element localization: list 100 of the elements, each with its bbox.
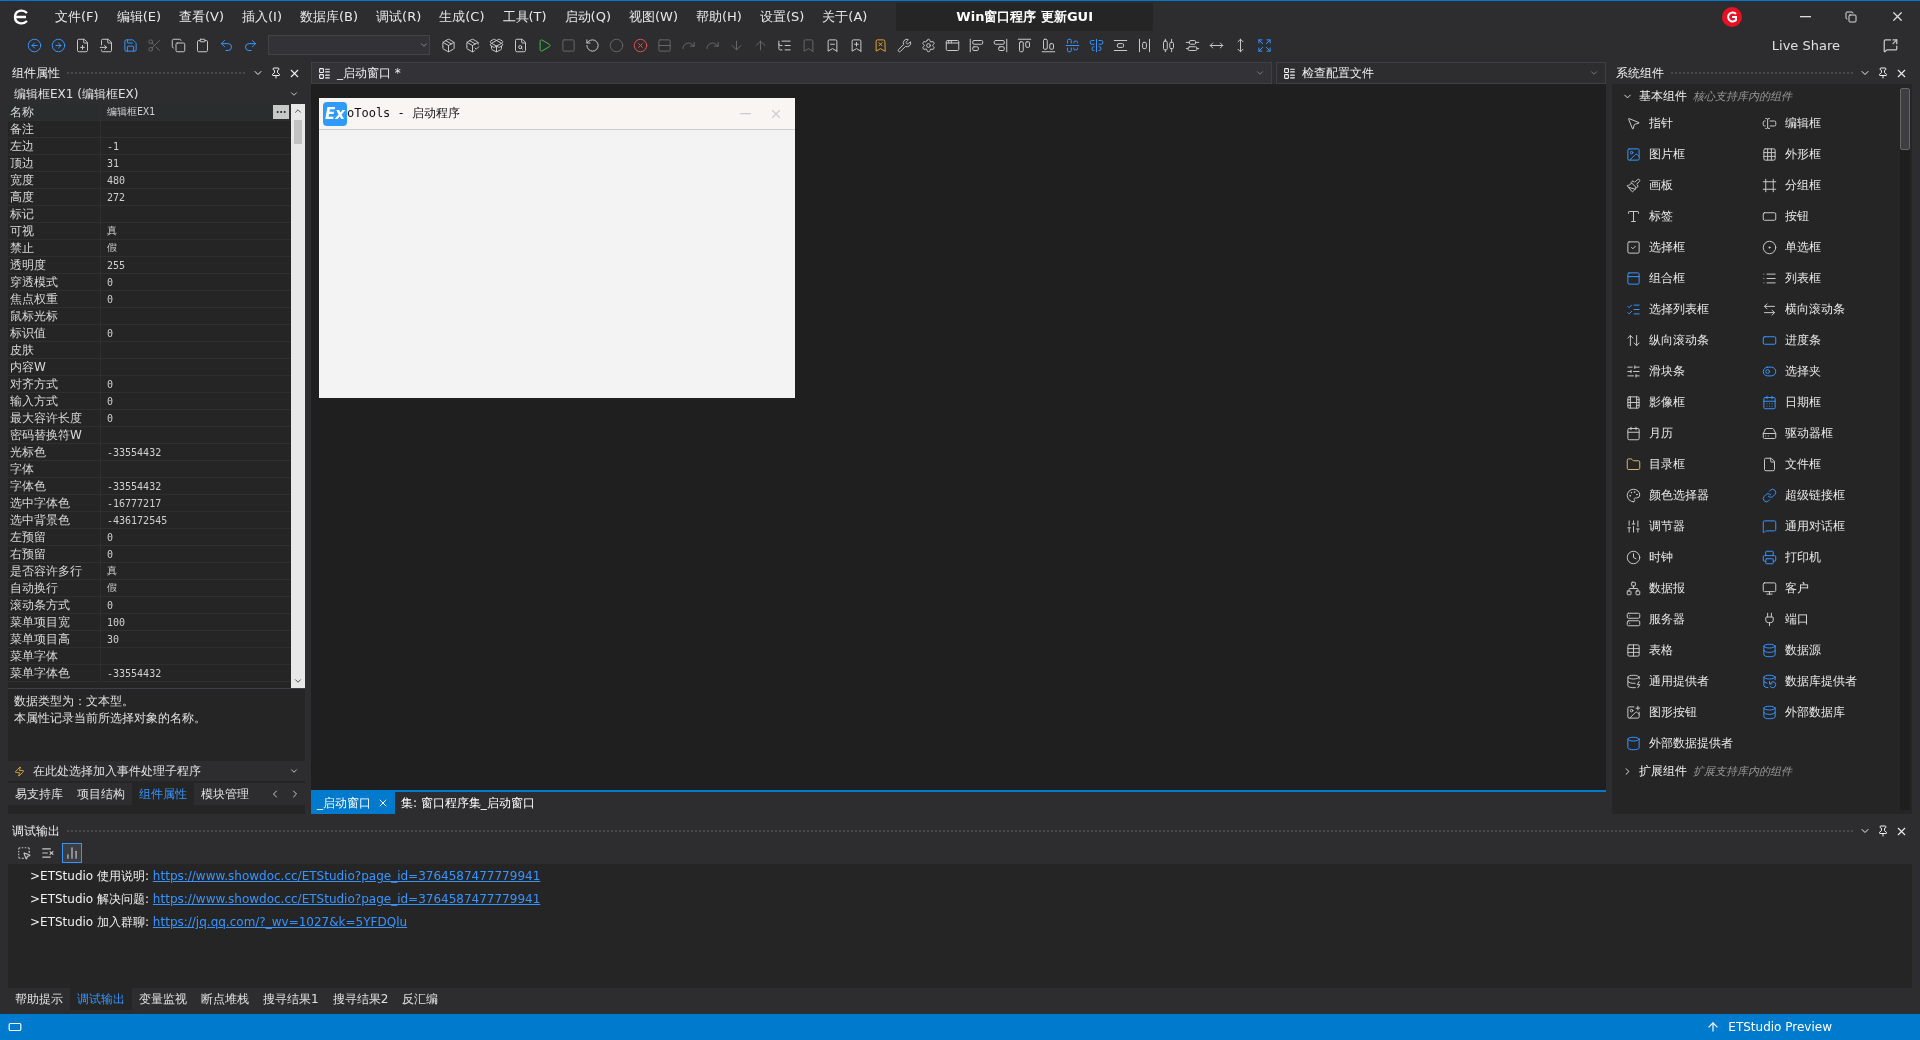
component-item[interactable]: 通用对话框	[1762, 511, 1898, 542]
menu-item[interactable]: 帮助(H)	[687, 3, 751, 30]
property-row[interactable]: 菜单字体	[8, 648, 291, 665]
clear-output-button[interactable]	[62, 843, 82, 863]
link[interactable]: https://www.showdoc.cc/ETStudio?page_id=3764587477779941	[152, 869, 541, 883]
component-item[interactable]: 单选框	[1762, 232, 1898, 263]
property-row[interactable]: 是否容许多行 真	[8, 563, 291, 580]
property-row[interactable]: 右预留 0	[8, 546, 291, 563]
property-row[interactable]: 高度 272	[8, 189, 291, 206]
panel-tab[interactable]: 组件属性	[132, 783, 194, 805]
property-row[interactable]: 字体	[8, 461, 291, 478]
component-item[interactable]: 按钮	[1762, 201, 1898, 232]
component-item[interactable]: 分组框	[1762, 170, 1898, 201]
property-row[interactable]: 标记	[8, 206, 291, 223]
component-item[interactable]: 外形框	[1762, 139, 1898, 170]
component-item[interactable]: 选择夹	[1762, 356, 1898, 387]
component-item[interactable]: 编辑框	[1762, 108, 1898, 139]
property-row[interactable]: 宽度 480	[8, 172, 291, 189]
editor-tab[interactable]: _启动窗口	[311, 792, 395, 814]
property-row[interactable]: 可视 真	[8, 223, 291, 240]
component-item[interactable]: 客户	[1762, 573, 1898, 604]
property-row[interactable]: 备注	[8, 121, 291, 138]
property-row[interactable]: 鼠标光标	[8, 308, 291, 325]
scrollbar[interactable]	[1900, 88, 1910, 810]
property-row[interactable]: 内容W	[8, 359, 291, 376]
component-item[interactable]: 纵向滚动条	[1626, 325, 1762, 356]
section-header[interactable]: 基本组件 核心支持库内的组件	[1612, 84, 1802, 108]
menu-item[interactable]: 工具(T)	[493, 3, 556, 30]
property-row[interactable]: 标识值 0	[8, 325, 291, 342]
component-item[interactable]: 时钟	[1626, 542, 1762, 573]
property-row[interactable]: 名称 编辑框EX1	[8, 104, 291, 121]
property-row[interactable]: 菜单项目高 30	[8, 631, 291, 648]
event-dropdown[interactable]: 在此处选择加入事件处理子程序	[8, 761, 305, 781]
component-item[interactable]: 标签	[1626, 201, 1762, 232]
scroll-thumb[interactable]	[294, 120, 302, 144]
panel-tab[interactable]: 调试输出	[70, 988, 132, 1010]
property-row[interactable]: 透明度 255	[8, 257, 291, 274]
property-row[interactable]: 菜单字体色 -33554432	[8, 665, 291, 682]
component-item[interactable]: 数据库提供者	[1762, 666, 1898, 697]
component-item[interactable]: 数据源	[1762, 635, 1898, 666]
property-row[interactable]: 选中背景色 -436172545	[8, 512, 291, 529]
menu-item[interactable]: 插入(I)	[233, 3, 291, 30]
panel-tab[interactable]: 搜寻结果1	[256, 988, 326, 1010]
property-row[interactable]: 皮肤	[8, 342, 291, 359]
panel-tab[interactable]: 帮助提示	[8, 988, 70, 1010]
panel-tab[interactable]: 模块管理	[194, 783, 256, 805]
component-item[interactable]: 影像框	[1626, 387, 1762, 418]
component-item[interactable]: 日期框	[1762, 387, 1898, 418]
component-item[interactable]: 超级链接框	[1762, 480, 1898, 511]
scrollbar[interactable]	[291, 104, 305, 688]
component-item[interactable]: 滑块条	[1626, 356, 1762, 387]
property-row[interactable]: 自动换行 假	[8, 580, 291, 597]
component-item[interactable]: 指针	[1626, 108, 1762, 139]
property-row[interactable]: 左预留 0	[8, 529, 291, 546]
section-header[interactable]: 扩展组件 扩展支持库内的组件	[1612, 759, 1802, 783]
menu-item[interactable]: 生成(C)	[430, 3, 494, 30]
menu-item[interactable]: 调试(R)	[367, 3, 431, 30]
property-row[interactable]: 字体色 -33554432	[8, 478, 291, 495]
menu-item[interactable]: 视图(W)	[620, 3, 687, 30]
object-selector[interactable]: 编辑框EX1 (编辑框EX)	[8, 84, 305, 104]
menu-item[interactable]: 数据库(B)	[291, 3, 368, 30]
component-item[interactable]: 目录框	[1626, 449, 1762, 480]
link[interactable]: https://jq.qq.com/?_wv=1027&k=5YFDQlu	[152, 915, 408, 929]
panel-tab[interactable]: 断点堆栈	[194, 988, 256, 1010]
component-item[interactable]: 端口	[1762, 604, 1898, 635]
panel-tab[interactable]: 易支持库	[8, 783, 70, 805]
property-row[interactable]: 左边 -1	[8, 138, 291, 155]
component-item[interactable]: 画板	[1626, 170, 1762, 201]
link[interactable]: https://www.showdoc.cc/ETStudio?page_id=3764587477779941	[152, 892, 541, 906]
component-item[interactable]: 服务器	[1626, 604, 1762, 635]
component-item[interactable]: 列表框	[1762, 263, 1898, 294]
property-row[interactable]: 对齐方式 0	[8, 376, 291, 393]
component-item[interactable]: 颜色选择器	[1626, 480, 1762, 511]
component-item[interactable]: 调节器	[1626, 511, 1762, 542]
property-row[interactable]: 光标色 -33554432	[8, 444, 291, 461]
property-row[interactable]: 输入方式 0	[8, 393, 291, 410]
component-item[interactable]: 选择框	[1626, 232, 1762, 263]
menu-item[interactable]: 关于(A)	[813, 3, 877, 30]
property-row[interactable]: 顶边 31	[8, 155, 291, 172]
panel-tab[interactable]: 变量监视	[132, 988, 194, 1010]
component-item[interactable]: 数据报	[1626, 573, 1762, 604]
editor-tab[interactable]: 集: 窗口程序集_启动窗口	[395, 792, 541, 814]
component-item[interactable]: 选择列表框	[1626, 294, 1762, 325]
property-row[interactable]: 滚动条方式 0	[8, 597, 291, 614]
property-row[interactable]: 穿透模式 0	[8, 274, 291, 291]
property-row[interactable]: 密码替换符W	[8, 427, 291, 444]
component-item[interactable]: 表格	[1626, 635, 1762, 666]
component-item[interactable]: 驱动器框	[1762, 418, 1898, 449]
menu-item[interactable]: 编辑(E)	[107, 3, 170, 30]
component-item[interactable]: 组合框	[1626, 263, 1762, 294]
panel-tab[interactable]: 反汇编	[395, 988, 446, 1010]
component-item[interactable]: 打印机	[1762, 542, 1898, 573]
document-tab[interactable]: _启动窗口 *	[311, 62, 1273, 84]
document-tab[interactable]: 检查配置文件	[1276, 62, 1606, 84]
live-share-button[interactable]: Live Share	[1765, 36, 1846, 54]
component-item[interactable]: 外部数据提供者	[1626, 728, 1762, 759]
menu-item[interactable]: 查看(V)	[170, 3, 234, 30]
property-row[interactable]: 焦点权重 0	[8, 291, 291, 308]
component-item[interactable]: 文件框	[1762, 449, 1898, 480]
panel-tab[interactable]: 项目结构	[70, 783, 132, 805]
